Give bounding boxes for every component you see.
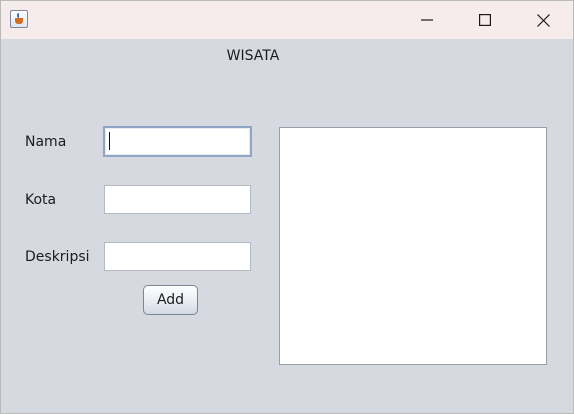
close-button[interactable] [514,1,572,39]
title-bar[interactable] [1,1,573,39]
nama-label: Nama [25,134,67,150]
cup-shape [15,18,23,24]
kota-label: Kota [25,192,57,208]
maximize-icon [479,14,491,26]
maximize-button[interactable] [456,1,514,39]
kota-input[interactable] [104,185,251,214]
close-icon [536,13,550,27]
form-heading: WISATA [226,48,280,64]
app-window: WISATA Nama Kota Deskripsi Add [0,0,574,414]
nama-input[interactable] [103,126,252,157]
wisata-list-area[interactable] [279,127,547,365]
add-button[interactable]: Add [143,285,198,315]
minimize-icon [421,19,433,21]
deskripsi-label: Deskripsi [25,249,90,265]
deskripsi-input[interactable] [104,242,251,271]
text-caret [109,132,110,150]
java-cup-icon[interactable] [10,10,28,28]
minimize-button[interactable] [398,1,456,39]
